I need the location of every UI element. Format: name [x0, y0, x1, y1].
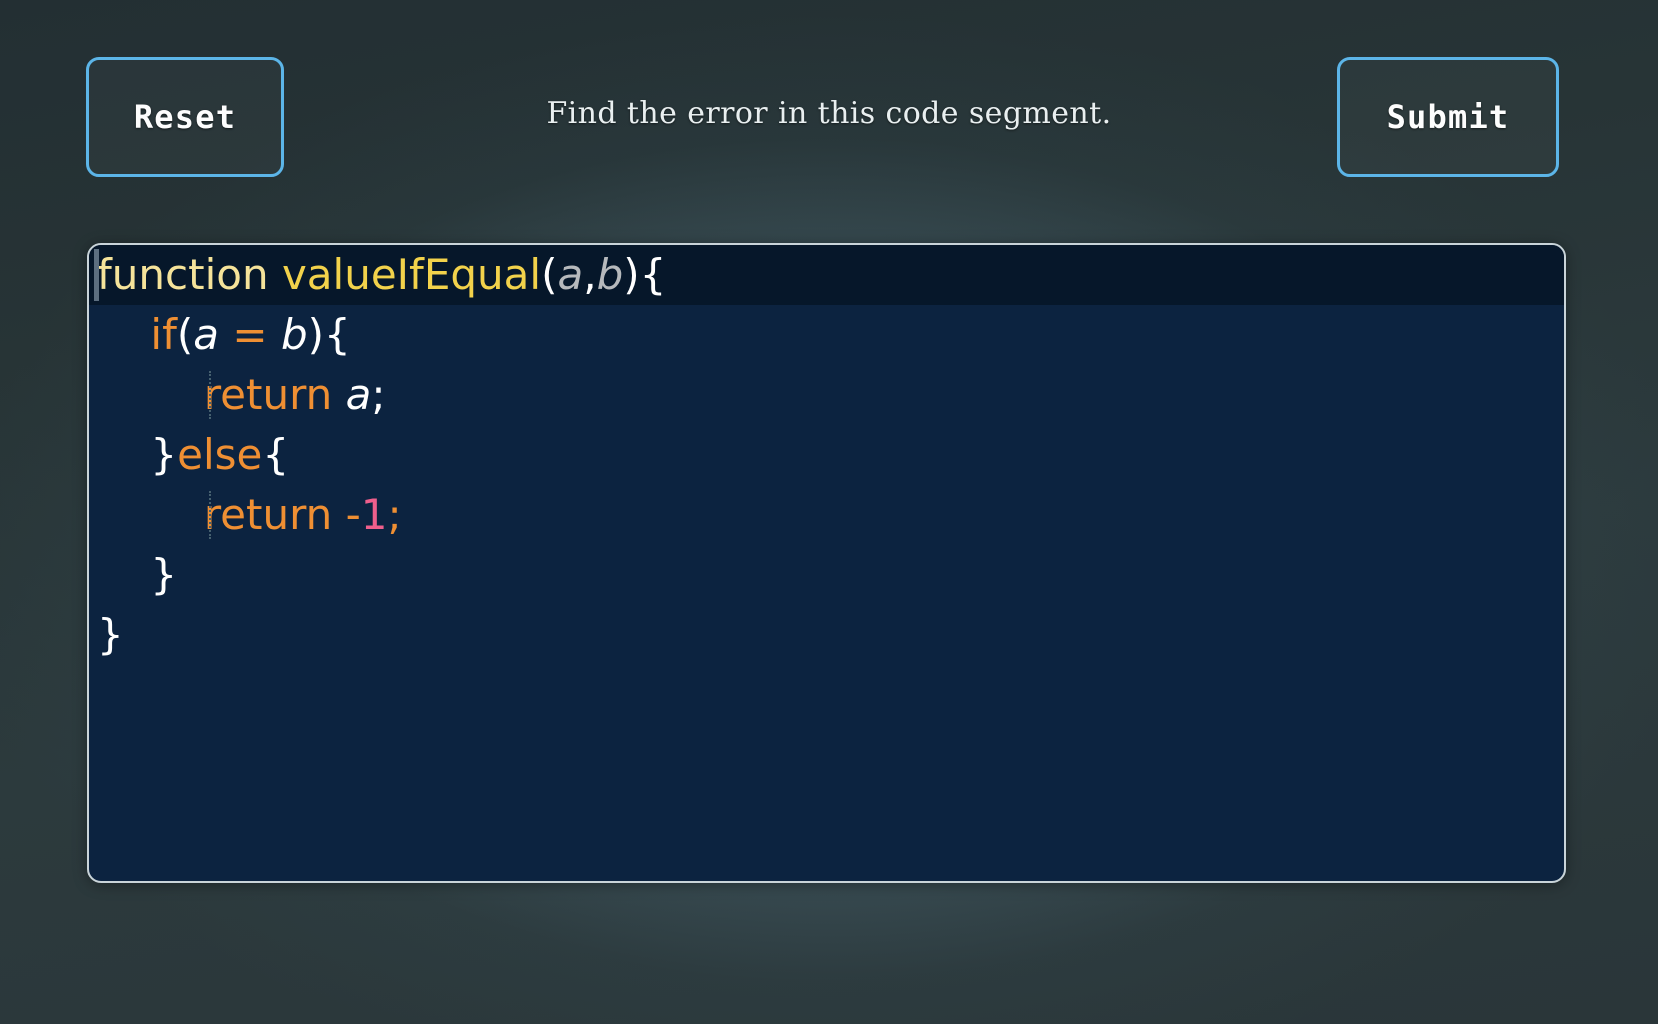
- code-token: ,: [583, 250, 597, 299]
- code-token: }: [150, 550, 178, 599]
- code-editor[interactable]: function valueIfEqual(a,b){ if(a = b){ r…: [87, 243, 1566, 883]
- code-token: ): [623, 250, 640, 299]
- code-token: b: [596, 250, 624, 299]
- submit-button[interactable]: Submit: [1337, 57, 1559, 177]
- code-line[interactable]: if(a = b){: [89, 305, 1564, 365]
- code-token: valueIfEqual: [281, 250, 542, 299]
- code-token: 1: [360, 490, 388, 539]
- code-token: ): [307, 310, 324, 359]
- code-line[interactable]: return -1;: [89, 485, 1564, 545]
- code-token: {: [262, 430, 290, 479]
- indent-guide: [209, 491, 211, 539]
- text-caret: [94, 249, 99, 301]
- code-token: {: [324, 310, 351, 359]
- code-line[interactable]: function valueIfEqual(a,b){: [89, 245, 1564, 305]
- indent-guide: [209, 371, 211, 419]
- toolbar: Reset Find the error in this code segmen…: [0, 0, 1658, 232]
- code-token: ;: [371, 370, 386, 419]
- code-token: {: [639, 250, 667, 299]
- code-token: -: [345, 490, 361, 539]
- code-line[interactable]: }: [89, 605, 1564, 665]
- code-token: a: [193, 310, 220, 359]
- code-line[interactable]: return a;: [89, 365, 1564, 425]
- code-token: return: [203, 490, 333, 539]
- code-token: if: [150, 310, 177, 359]
- code-line[interactable]: }: [89, 545, 1564, 605]
- code-token: =: [232, 310, 268, 359]
- code-token: (: [176, 310, 194, 359]
- code-token: a: [557, 250, 584, 299]
- code-token: else: [177, 430, 263, 479]
- code-line[interactable]: }else{: [89, 425, 1564, 485]
- code-token: a: [345, 370, 372, 419]
- code-token: }: [150, 430, 178, 479]
- code-token: ;: [387, 490, 402, 539]
- code-token: }: [97, 610, 124, 659]
- code-token: function: [97, 250, 269, 299]
- code-token: (: [541, 250, 558, 299]
- code-token: return: [203, 370, 333, 419]
- app-root: Reset Find the error in this code segmen…: [0, 0, 1658, 1024]
- code-token: b: [280, 310, 308, 359]
- code-surface[interactable]: function valueIfEqual(a,b){ if(a = b){ r…: [89, 245, 1564, 881]
